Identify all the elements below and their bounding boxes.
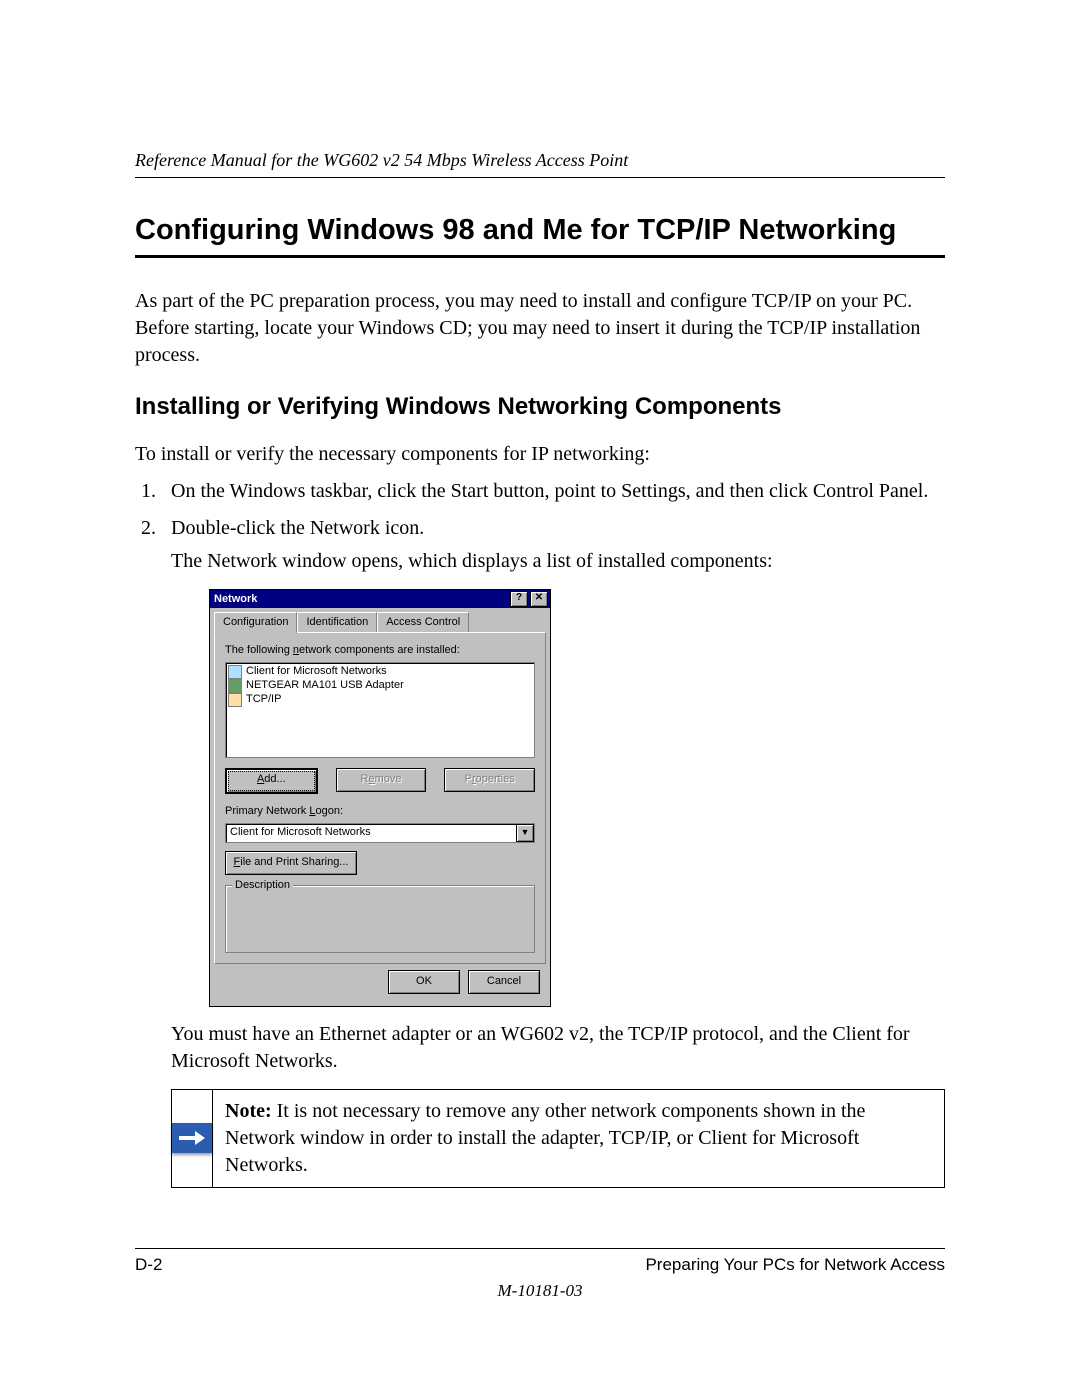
- component-buttons: Add... Remove Properties: [225, 768, 535, 794]
- note-icon-cell: [172, 1090, 213, 1187]
- footer-row: D-2 Preparing Your PCs for Network Acces…: [135, 1255, 945, 1275]
- dialog-action-row: OK Cancel: [214, 964, 546, 1002]
- list-item[interactable]: NETGEAR MA101 USB Adapter: [228, 679, 532, 693]
- note-box: Note: It is not necessary to remove any …: [171, 1089, 945, 1188]
- client-icon: [228, 665, 242, 679]
- section-intro: As part of the PC preparation process, y…: [135, 288, 945, 369]
- cancel-button[interactable]: Cancel: [468, 970, 540, 994]
- tab-strip: Configuration Identification Access Cont…: [214, 612, 546, 632]
- logon-label: Primary Network Logon:: [225, 804, 535, 819]
- note-text: Note: It is not necessary to remove any …: [213, 1090, 944, 1187]
- components-listbox[interactable]: Client for Microsoft Networks NETGEAR MA…: [225, 662, 535, 758]
- file-print-sharing-button[interactable]: File and Print Sharing...: [225, 851, 357, 875]
- dialog-body: Configuration Identification Access Cont…: [210, 608, 550, 1006]
- arrow-right-icon: [172, 1123, 212, 1153]
- tab-access-control[interactable]: Access Control: [377, 612, 469, 632]
- step-2-text: Double-click the Network icon.: [171, 517, 424, 539]
- description-legend: Description: [232, 878, 293, 893]
- step-2: Double-click the Network icon. The Netwo…: [161, 515, 945, 1188]
- adapter-icon: [228, 679, 242, 693]
- chevron-down-icon[interactable]: ▼: [516, 824, 534, 842]
- tab-configuration[interactable]: Configuration: [214, 612, 297, 633]
- add-button[interactable]: Add...: [225, 768, 318, 794]
- list-item[interactable]: TCP/IP: [228, 693, 532, 707]
- file-share-row: File and Print Sharing...: [225, 851, 535, 875]
- page: Reference Manual for the WG602 v2 54 Mbp…: [0, 0, 1080, 1391]
- section-title: Configuring Windows 98 and Me for TCP/IP…: [135, 214, 945, 247]
- list-item-label: TCP/IP: [246, 692, 281, 707]
- doc-code: M-10181-03: [135, 1281, 945, 1301]
- page-number: D-2: [135, 1255, 162, 1275]
- steps-list: On the Windows taskbar, click the Start …: [135, 478, 945, 1188]
- logon-value: Client for Microsoft Networks: [226, 825, 516, 840]
- footer-section-name: Preparing Your PCs for Network Access: [645, 1255, 945, 1275]
- properties-button[interactable]: Properties: [444, 768, 535, 792]
- dialog-titlebar[interactable]: Network ? ✕: [210, 590, 550, 608]
- list-item-label: Client for Microsoft Networks: [246, 664, 387, 679]
- running-head: Reference Manual for the WG602 v2 54 Mbp…: [135, 150, 945, 178]
- components-label: The following network components are ins…: [225, 643, 535, 658]
- description-group: Description: [225, 885, 535, 953]
- ok-button[interactable]: OK: [388, 970, 460, 994]
- step-1: On the Windows taskbar, click the Start …: [161, 478, 945, 505]
- remove-button[interactable]: Remove: [336, 768, 427, 792]
- section-rule: [135, 255, 945, 258]
- logon-combo[interactable]: Client for Microsoft Networks ▼: [225, 823, 535, 843]
- subsection-title: Installing or Verifying Windows Networki…: [135, 393, 945, 421]
- close-button[interactable]: ✕: [530, 591, 548, 607]
- footer-rule: [135, 1248, 945, 1249]
- tab-identification[interactable]: Identification: [297, 612, 377, 632]
- tab-panel: The following network components are ins…: [214, 632, 546, 964]
- step-2-followup: The Network window opens, which displays…: [171, 548, 945, 575]
- subsection-lead: To install or verify the necessary compo…: [135, 441, 945, 468]
- protocol-icon: [228, 693, 242, 707]
- note-label: Note:: [225, 1100, 272, 1122]
- list-item-label: NETGEAR MA101 USB Adapter: [246, 678, 404, 693]
- dialog-title: Network: [214, 590, 257, 608]
- list-item[interactable]: Client for Microsoft Networks: [228, 665, 532, 679]
- note-body: It is not necessary to remove any other …: [225, 1100, 865, 1176]
- after-image-text: You must have an Ethernet adapter or an …: [171, 1021, 945, 1075]
- network-dialog: Network ? ✕ Configuration Identification…: [209, 589, 551, 1007]
- help-button[interactable]: ?: [510, 591, 528, 607]
